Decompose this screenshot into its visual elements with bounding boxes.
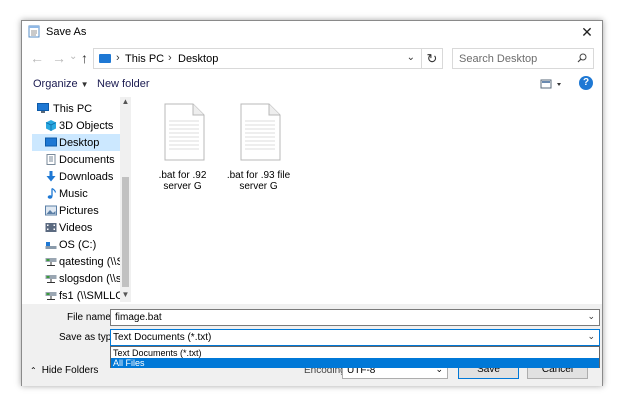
breadcrumb-desktop[interactable]: Desktop: [178, 53, 218, 65]
computer-icon: [99, 54, 111, 63]
new-folder-button[interactable]: New folder: [97, 78, 150, 90]
breadcrumb-separator: ›: [168, 52, 172, 64]
window-title: Save As: [46, 26, 87, 38]
file-list: .bat for .92 server G .bat for .93 file …: [133, 97, 603, 302]
option-all-files[interactable]: All Files: [111, 358, 599, 368]
cube-icon: [45, 120, 57, 131]
scroll-thumb[interactable]: [122, 177, 129, 287]
up-button[interactable]: ↑: [81, 50, 88, 66]
sidebar-item-this-pc[interactable]: This PC: [32, 100, 124, 117]
network-drive-icon: [45, 292, 57, 300]
file-name-label: .bat for .92 server G: [158, 170, 207, 192]
navigation-bar: ← → ⌄ ↑ › This PC › Desktop ⌄ ↻ Search D…: [22, 45, 602, 71]
sidebar-scrollbar[interactable]: ▲ ▼: [120, 97, 131, 302]
hide-folders-label: Hide Folders: [41, 365, 99, 376]
scroll-down-button[interactable]: ▼: [120, 290, 131, 302]
sidebar-item-slogsdon[interactable]: slogsdon (\\smll: [32, 270, 124, 287]
sidebar-item-documents[interactable]: Documents: [32, 151, 124, 168]
chevron-up-icon: ⌃: [30, 366, 37, 375]
network-drive-icon: [45, 258, 57, 266]
hide-folders-button[interactable]: ⌃ Hide Folders: [30, 365, 98, 376]
sidebar-item-fs1[interactable]: fs1 (\\SMLLC006: [32, 287, 124, 302]
save-options-panel: File name: fimage.bat ⌄ Save as type: Te…: [22, 304, 602, 386]
command-bar: Organize ▼ New folder ?: [22, 73, 602, 97]
refresh-button[interactable]: ↻: [422, 48, 443, 69]
sidebar-item-pictures[interactable]: Pictures: [32, 202, 124, 219]
sidebar-item-os-drive[interactable]: OS (C:): [32, 236, 124, 253]
save-as-dialog: Save As ✕ ← → ⌄ ↑ › This PC › Desktop ⌄ …: [21, 20, 603, 386]
pictures-icon: [45, 205, 57, 216]
file-name-label: .bat for .93 file server G: [226, 170, 291, 192]
blank-file-icon: [164, 103, 204, 161]
sidebar-item-label: Downloads: [59, 171, 114, 183]
title-bar: Save As ✕: [22, 21, 602, 43]
sidebar-item-downloads[interactable]: Downloads: [32, 168, 124, 185]
search-input[interactable]: Search Desktop: [452, 48, 594, 69]
download-icon: [46, 171, 56, 182]
option-text-documents[interactable]: Text Documents (*.txt): [111, 348, 599, 358]
close-button[interactable]: ✕: [572, 21, 602, 43]
document-icon: [46, 154, 56, 165]
sidebar-item-label: This PC: [53, 103, 93, 115]
address-bar[interactable]: › This PC › Desktop ⌄: [93, 48, 422, 69]
sidebar-item-label: qatesting (\\SMl: [59, 256, 124, 268]
drive-icon: [45, 242, 57, 249]
music-icon: [47, 188, 57, 199]
organize-button[interactable]: Organize ▼: [33, 78, 89, 90]
organize-label: Organize: [33, 78, 78, 90]
sidebar-item-label: 3D Objects: [59, 120, 114, 132]
sidebar-item-music[interactable]: Music: [32, 185, 124, 202]
file-name-input[interactable]: fimage.bat ⌄: [110, 309, 600, 326]
chevron-down-icon[interactable]: ⌄: [587, 311, 595, 322]
notepad-icon: [28, 25, 40, 38]
breadcrumb-this-pc[interactable]: This PC: [125, 53, 164, 65]
save-as-type-value: Text Documents (*.txt): [113, 332, 212, 343]
file-name-label: File name:: [67, 312, 114, 323]
breadcrumb-separator: ›: [116, 52, 120, 64]
sidebar-item-label: OS (C:): [59, 239, 97, 251]
sidebar-item-qatesting[interactable]: qatesting (\\SMl: [32, 253, 124, 270]
back-button[interactable]: ←: [30, 50, 44, 66]
address-dropdown-button[interactable]: ⌄: [407, 52, 415, 63]
forward-button[interactable]: →: [52, 50, 66, 66]
pc-icon: [37, 103, 49, 113]
help-icon[interactable]: ?: [579, 76, 593, 90]
navigation-pane: This PC 3D Objects Desktop Documents Dow…: [32, 97, 132, 302]
search-icon: [577, 53, 587, 63]
scroll-up-button[interactable]: ▲: [120, 97, 131, 109]
sidebar-item-videos[interactable]: Videos: [32, 219, 124, 236]
sidebar-item-label: Pictures: [59, 205, 99, 217]
save-as-type-select[interactable]: Text Documents (*.txt) ⌄: [110, 329, 600, 346]
chevron-down-icon: ▼: [80, 80, 89, 89]
videos-icon: [45, 223, 57, 232]
sidebar-item-label: Videos: [59, 222, 93, 234]
network-drive-icon: [45, 275, 57, 283]
chevron-down-icon[interactable]: ⌄: [587, 331, 595, 342]
desktop-icon: [45, 137, 57, 147]
sidebar-item-label: Music: [59, 188, 88, 200]
search-placeholder: Search Desktop: [459, 53, 538, 65]
sidebar-item-label: slogsdon (\\smll: [59, 273, 124, 285]
sidebar-item-desktop[interactable]: Desktop: [32, 134, 124, 151]
sidebar-item-label: Documents: [59, 154, 115, 166]
file-name-value: fimage.bat: [115, 312, 162, 323]
sidebar-item-label: fs1 (\\SMLLC006: [59, 290, 124, 302]
save-as-type-options: Text Documents (*.txt) All Files: [110, 346, 600, 368]
change-view-button[interactable]: [540, 77, 568, 91]
sidebar-item-label: Desktop: [59, 137, 100, 149]
file-item[interactable]: .bat for .93 file server G: [221, 103, 296, 192]
blank-file-icon: [240, 103, 280, 161]
file-item[interactable]: .bat for .92 server G: [145, 103, 220, 192]
recent-locations-button[interactable]: ⌄: [69, 51, 77, 62]
sidebar-item-3d-objects[interactable]: 3D Objects: [32, 117, 124, 134]
